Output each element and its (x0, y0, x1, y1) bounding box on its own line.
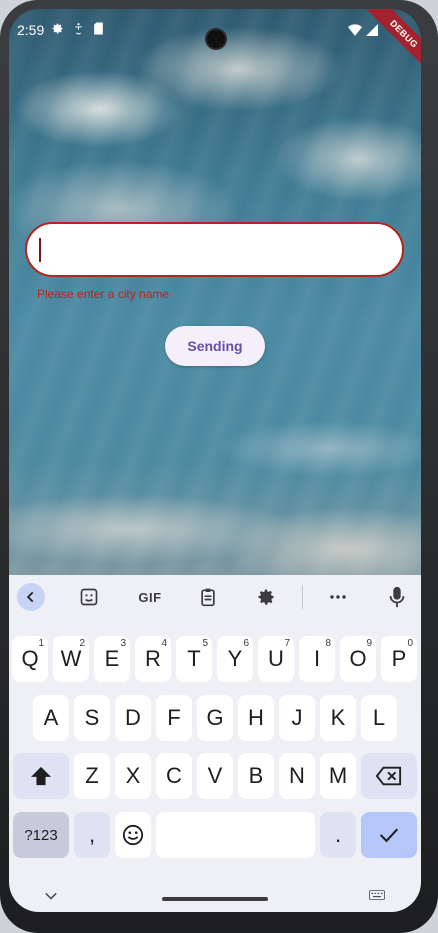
key-z[interactable]: Z (74, 753, 110, 799)
sd-card-icon (93, 22, 104, 35)
key-m[interactable]: M (320, 753, 356, 799)
status-bar: 2:59 DEBUG (9, 9, 421, 73)
toolbar-divider (302, 585, 303, 609)
back-icon[interactable] (17, 583, 45, 611)
key-y[interactable]: Y6 (217, 636, 253, 682)
key-f[interactable]: F (156, 695, 192, 741)
key-o[interactable]: O9 (340, 636, 376, 682)
shift-icon (31, 766, 51, 786)
camera-cutout (205, 28, 227, 50)
microphone-icon[interactable] (383, 583, 411, 611)
key-p[interactable]: P0 (381, 636, 417, 682)
period-key[interactable]: . (320, 812, 356, 858)
clipboard-icon[interactable] (194, 583, 222, 611)
hide-keyboard-icon[interactable] (45, 887, 57, 903)
send-button[interactable]: Sending (165, 326, 265, 366)
key-i[interactable]: I8 (299, 636, 335, 682)
on-screen-keyboard: GIF Q1 W2 E3 R4 T5 Y6 U 7 I 8 O 9 P 0 A … (9, 575, 421, 912)
key-c[interactable]: C (156, 753, 192, 799)
screen: 2:59 DEBUG Please enter a city name Send… (9, 9, 421, 912)
gif-icon[interactable]: GIF (134, 583, 166, 611)
key-v[interactable]: V (197, 753, 233, 799)
backspace-key[interactable] (361, 753, 417, 799)
keyboard-toolbar: GIF (9, 575, 421, 619)
backspace-icon (376, 766, 402, 786)
key-g[interactable]: G (197, 695, 233, 741)
key-e[interactable]: E3 (94, 636, 130, 682)
settings-icon[interactable] (252, 583, 280, 611)
key-x[interactable]: X (115, 753, 151, 799)
gear-icon (51, 22, 64, 35)
status-time: 2:59 (17, 22, 45, 38)
comma-key[interactable]: , (74, 812, 110, 858)
key-w[interactable]: W2 (53, 636, 89, 682)
city-name-input[interactable] (25, 222, 404, 277)
gesture-handle[interactable] (162, 897, 268, 901)
emoji-icon (122, 824, 144, 846)
signal-icon (366, 23, 378, 39)
key-s[interactable]: S (74, 695, 110, 741)
key-q[interactable]: Q1 (12, 636, 48, 682)
key-n[interactable]: N (279, 753, 315, 799)
space-key[interactable] (156, 812, 315, 858)
key-h[interactable]: H (238, 695, 274, 741)
checkmark-icon (379, 828, 399, 843)
key-k[interactable]: K (320, 695, 356, 741)
key-a[interactable]: A (33, 695, 69, 741)
key-d[interactable]: D (115, 695, 151, 741)
keyboard-switch-icon[interactable] (369, 887, 385, 905)
key-j[interactable]: J (279, 695, 315, 741)
shift-key[interactable] (13, 753, 69, 799)
sticker-icon[interactable] (75, 583, 103, 611)
wifi-icon (348, 23, 362, 39)
key-r[interactable]: R4 (135, 636, 171, 682)
device-frame: 2:59 DEBUG Please enter a city name Send… (0, 0, 438, 933)
city-error-message: Please enter a city name (37, 287, 170, 301)
symbols-key[interactable]: ?123 (13, 812, 69, 858)
key-b[interactable]: B (238, 753, 274, 799)
text-caret (39, 238, 41, 262)
key-l[interactable]: L (361, 695, 397, 741)
key-u[interactable]: U7 (258, 636, 294, 682)
more-icon[interactable] (324, 583, 352, 611)
emoji-key[interactable] (115, 812, 151, 858)
accessibility-icon (72, 22, 85, 35)
enter-key[interactable] (361, 812, 417, 858)
key-t[interactable]: T5 (176, 636, 212, 682)
